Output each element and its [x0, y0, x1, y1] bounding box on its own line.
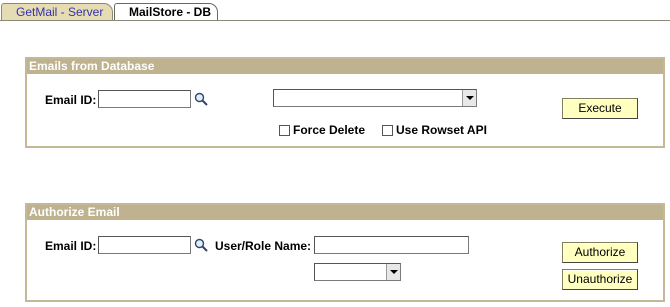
tab-bar: GetMail - Server MailStore - DB — [0, 0, 670, 22]
emails-from-database-group: Emails from Database Email ID: Force Del… — [25, 57, 665, 148]
authorize-email-header: Authorize Email — [27, 205, 663, 220]
chevron-down-icon[interactable] — [386, 264, 400, 280]
execute-button[interactable]: Execute — [562, 98, 638, 119]
force-delete-label: Force Delete — [293, 123, 366, 137]
authorize-email-group: Authorize Email Email ID: User/Role Name… — [25, 203, 665, 302]
auth-email-id-input[interactable] — [98, 236, 191, 254]
email-id-input[interactable] — [98, 90, 191, 108]
use-rowset-api-label: Use Rowset API — [396, 123, 487, 137]
emails-from-database-header: Emails from Database — [27, 59, 663, 74]
force-delete-checkbox[interactable] — [279, 125, 290, 136]
email-id-label: Email ID: — [45, 93, 97, 107]
user-role-name-label: User/Role Name: — [215, 239, 312, 253]
tab-divider — [0, 20, 670, 21]
lookup-icon[interactable] — [194, 92, 208, 106]
unauthorize-button[interactable]: Unauthorize — [562, 269, 638, 290]
user-role-name-input[interactable] — [314, 236, 469, 254]
chevron-down-icon[interactable] — [462, 90, 476, 106]
tab-mailstore-db[interactable]: MailStore - DB — [114, 3, 218, 21]
emails-dropdown[interactable] — [273, 89, 477, 107]
authorize-button[interactable]: Authorize — [562, 242, 638, 263]
tab-getmail-server[interactable]: GetMail - Server — [1, 3, 113, 20]
authorize-dropdown[interactable] — [314, 263, 401, 281]
auth-email-id-label: Email ID: — [45, 239, 97, 253]
auth-lookup-icon[interactable] — [194, 238, 208, 252]
use-rowset-api-checkbox[interactable] — [382, 125, 393, 136]
